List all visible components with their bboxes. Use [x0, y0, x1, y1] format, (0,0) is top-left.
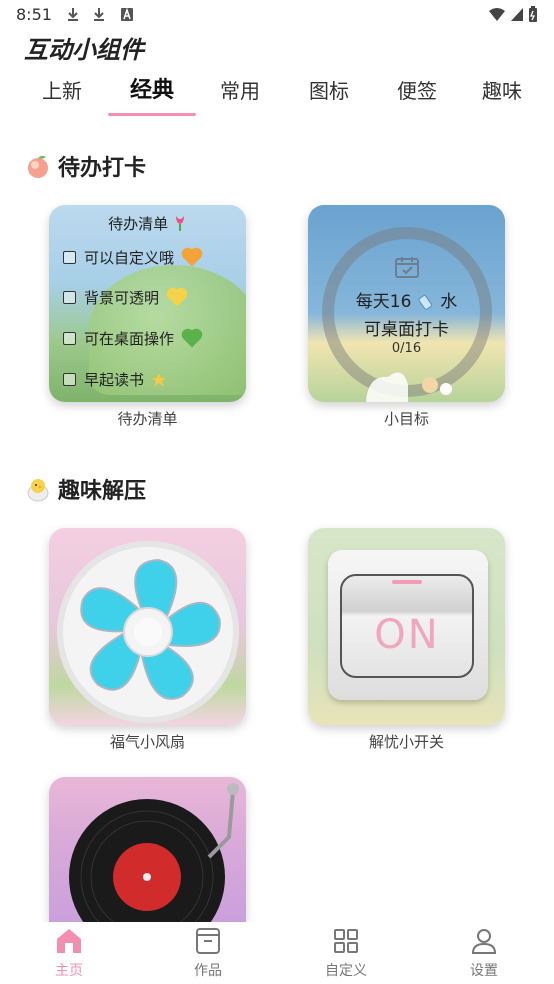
tab-common[interactable]: 常用: [196, 74, 284, 108]
goal-widget[interactable]: 每天16 水 可桌面打卡 0/16: [308, 205, 505, 402]
nav-home[interactable]: 主页: [24, 926, 114, 980]
checkbox[interactable]: [63, 251, 76, 264]
fan-icon: [80, 558, 221, 700]
nav-settings[interactable]: 设置: [439, 926, 529, 980]
switch-indicator: [392, 580, 422, 584]
todo-item-text: 早起读书: [84, 371, 145, 389]
water-bottle-icon: [418, 295, 432, 310]
peach-icon: [28, 155, 48, 178]
section-header-todo: 待办打卡: [24, 150, 146, 182]
widget-caption-todo-list: 待办清单: [117, 410, 178, 428]
goal-text-line1-value: 每天16: [355, 292, 412, 312]
section-title-fun: 趣味解压: [58, 479, 147, 504]
category-tabs: 上新 经典 常用 图标 便签 趣味: [18, 74, 554, 120]
widget-caption-fan: 福气小风扇: [109, 733, 185, 751]
goal-text-line1: 每天16 水: [308, 287, 505, 312]
heart-icon: [183, 249, 201, 266]
tab-indicator: [108, 113, 196, 116]
checkbox[interactable]: [63, 332, 76, 345]
goal-text-line1-suffix: 水: [440, 292, 458, 312]
tab-classic[interactable]: 经典: [108, 74, 196, 108]
fan-widget[interactable]: [49, 528, 246, 725]
heart-icon: [168, 289, 186, 306]
todo-item-text: 可在桌面操作: [84, 330, 175, 348]
switch-widget[interactable]: ON: [308, 528, 505, 725]
nav-home-label: 主页: [55, 963, 83, 979]
widget-caption-goal: 小目标: [383, 410, 429, 428]
app-title: 互动小组件: [24, 36, 144, 64]
nav-works[interactable]: 作品: [163, 926, 253, 980]
goal-text-line2: 可桌面打卡: [364, 320, 449, 340]
vinyl-record-icon: [69, 783, 239, 922]
nav-customize[interactable]: 自定义: [301, 926, 391, 980]
nav-settings-label: 设置: [470, 963, 498, 979]
tab-new[interactable]: 上新: [18, 74, 106, 108]
todo-widget-title: 待办清单: [49, 213, 246, 234]
user-icon: [471, 929, 497, 954]
nav-customize-label: 自定义: [325, 963, 367, 979]
font-icon: [121, 7, 133, 21]
signal-icon: [511, 7, 523, 21]
widget-caption-switch: 解忧小开关: [368, 733, 444, 751]
status-time: 8:51: [16, 5, 52, 24]
section-title-todo: 待办打卡: [58, 156, 147, 181]
todo-item[interactable]: 可以自定义哦: [63, 247, 201, 268]
switch-state-label: ON: [374, 612, 440, 658]
todo-item[interactable]: 背景可透明: [63, 287, 186, 308]
checkbox[interactable]: [63, 373, 76, 386]
calendar-check-icon: [395, 257, 419, 278]
todo-item[interactable]: 早起读书: [63, 369, 167, 390]
tab-notes[interactable]: 便签: [373, 74, 461, 108]
status-icons: [488, 6, 538, 22]
chick-icon: [27, 479, 49, 502]
wifi-icon: [489, 7, 505, 21]
checkbox[interactable]: [63, 291, 76, 304]
nav-works-label: 作品: [194, 963, 222, 979]
home-icon: [57, 929, 81, 953]
status-bar: 8:51: [0, 0, 554, 30]
tab-icons[interactable]: 图标: [285, 74, 373, 108]
grid-icon: [334, 929, 358, 953]
download-icon: [68, 8, 78, 21]
todo-item[interactable]: 可在桌面操作: [63, 328, 201, 349]
bottom-nav: 主页 作品 自定义 设置: [0, 922, 554, 984]
tab-fun[interactable]: 趣味: [462, 74, 542, 108]
todo-list-widget[interactable]: 待办清单 可以自定义哦 背景可透明 可在桌面操作 早起读书: [49, 205, 246, 402]
section-header-fun: 趣味解压: [24, 473, 146, 505]
record-player-widget[interactable]: [49, 777, 246, 922]
heart-icon: [183, 330, 201, 347]
battery-icon: [529, 6, 537, 22]
todo-widget-title-text: 待办清单: [108, 215, 169, 233]
star-icon: [152, 372, 167, 387]
download-icon: [94, 8, 104, 21]
tulip-icon: [175, 216, 184, 231]
goal-progress-count: 0/16: [391, 341, 422, 356]
picnic-illustration: [366, 372, 452, 402]
todo-item-text: 背景可透明: [84, 289, 160, 307]
works-icon: [196, 928, 220, 954]
todo-item-text: 可以自定义哦: [84, 249, 175, 267]
